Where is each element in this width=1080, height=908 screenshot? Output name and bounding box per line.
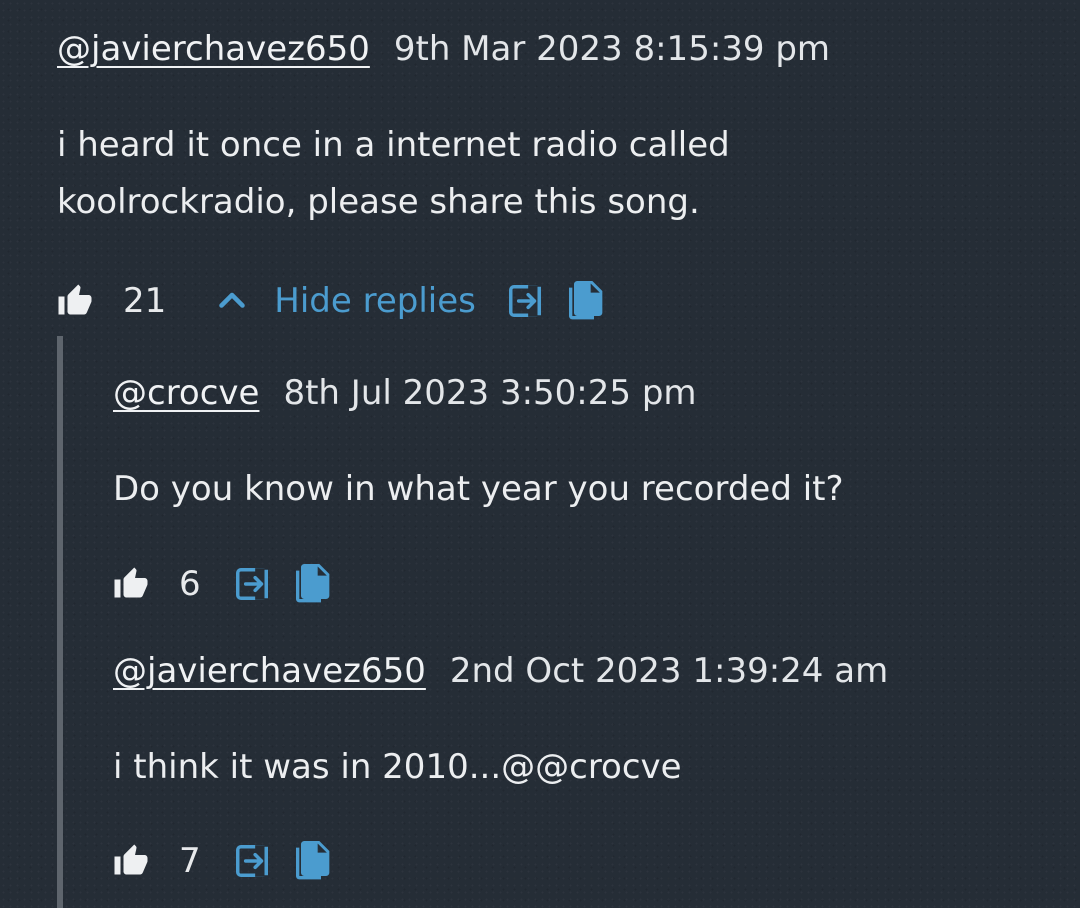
reply-author-link[interactable]: @javierchavez650 xyxy=(113,651,426,691)
copy-icon[interactable] xyxy=(291,839,331,883)
reply: @javierchavez650 2nd Oct 2023 1:39:24 am … xyxy=(113,650,1080,796)
copy-icon[interactable] xyxy=(291,562,331,606)
like-count: 21 xyxy=(123,281,167,321)
chevron-up-icon xyxy=(214,283,250,319)
reply-actions: 6 xyxy=(113,560,331,608)
reply-header: @javierchavez650 2nd Oct 2023 1:39:24 am xyxy=(113,650,1080,692)
comment-date: 9th Mar 2023 8:15:39 pm xyxy=(393,29,831,69)
reply-author-link[interactable]: @crocve xyxy=(113,373,259,413)
reply-header: @crocve 8th Jul 2023 3:50:25 pm xyxy=(113,372,1080,414)
hide-replies-label: Hide replies xyxy=(274,281,476,321)
reply: @crocve 8th Jul 2023 3:50:25 pm Do you kn… xyxy=(113,372,1080,518)
copy-icon[interactable] xyxy=(564,279,604,323)
comment-text-line: koolrockradio, please share this song. xyxy=(57,182,700,222)
comment-text: i heard it once in a internet radio call… xyxy=(57,117,1057,231)
reply-text: i think it was in 2010...@@crocve xyxy=(113,747,682,787)
thread-line xyxy=(57,336,63,908)
comment-header: @javierchavez650 9th Mar 2023 8:15:39 pm xyxy=(57,28,1057,70)
reply-date: 8th Jul 2023 3:50:25 pm xyxy=(283,373,697,413)
comment: @javierchavez650 9th Mar 2023 8:15:39 pm … xyxy=(57,28,1057,231)
thumbs-up-icon[interactable] xyxy=(113,843,149,879)
like-count: 6 xyxy=(179,564,201,604)
open-in-icon[interactable] xyxy=(506,282,544,320)
reply-actions: 7 xyxy=(113,837,331,885)
open-in-icon[interactable] xyxy=(233,842,271,880)
like-count: 7 xyxy=(179,841,201,881)
hide-replies-button[interactable]: Hide replies xyxy=(214,281,476,321)
comment-text-line: i heard it once in a internet radio call… xyxy=(57,125,730,165)
comment-author-link[interactable]: @javierchavez650 xyxy=(57,29,370,69)
comment-actions: 21 Hide replies xyxy=(57,277,604,325)
thumbs-up-icon[interactable] xyxy=(113,566,149,602)
thumbs-up-icon[interactable] xyxy=(57,283,93,319)
reply-text: Do you know in what year you recorded it… xyxy=(113,469,844,509)
open-in-icon[interactable] xyxy=(233,565,271,603)
reply-date: 2nd Oct 2023 1:39:24 am xyxy=(449,651,889,691)
